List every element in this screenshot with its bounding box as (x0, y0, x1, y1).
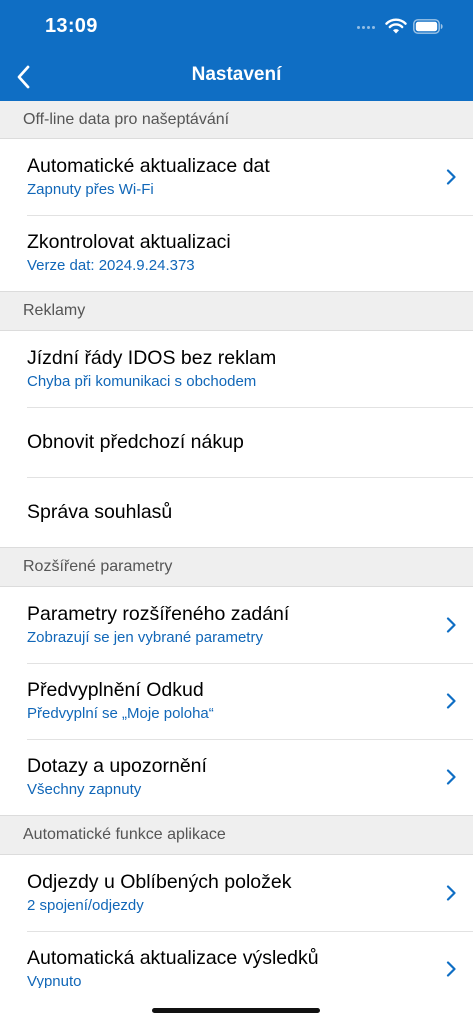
row-title: Předvyplnění Odkud (27, 679, 204, 701)
wifi-icon (385, 18, 407, 34)
row-subtitle: Vypnuto (27, 973, 82, 988)
row-title: Parametry rozšířeného zadání (27, 603, 290, 625)
row-prefill-from[interactable]: Předvyplnění Odkud Předvyplní se „Moje p… (0, 663, 473, 739)
status-time: 13:09 (45, 15, 98, 37)
row-subtitle: Chyba při komunikaci s obchodem (27, 373, 257, 390)
row-subtitle: Předvyplní se „Moje poloha“ (27, 705, 214, 722)
row-favorites-departures[interactable]: Odjezdy u Oblíbených položek 2 spojení/o… (0, 855, 473, 931)
row-auto-refresh-results[interactable]: Automatická aktualizace výsledků Vypnuto (0, 931, 473, 988)
row-queries-and-notifications[interactable]: Dotazy a upozornění Všechny zapnuty (0, 739, 473, 815)
chevron-right-icon (446, 693, 456, 709)
app-header: 13:09 Nastavení (0, 0, 473, 101)
row-subtitle: Verze dat: 2024.9.24.373 (27, 257, 195, 274)
row-subtitle: Zobrazují se jen vybrané parametry (27, 629, 263, 646)
chevron-right-icon (446, 885, 456, 901)
chevron-right-icon (446, 769, 456, 785)
row-no-ads-purchase[interactable]: Jízdní řády IDOS bez reklam Chyba při ko… (0, 331, 473, 407)
section-header-ads: Reklamy (0, 291, 473, 331)
settings-list: Off-line data pro našeptávání Automatick… (0, 101, 473, 988)
row-consent-management[interactable]: Správa souhlasů (0, 477, 473, 547)
row-restore-purchase[interactable]: Obnovit předchozí nákup (0, 407, 473, 477)
row-subtitle: Všechny zapnuty (27, 781, 142, 798)
row-title: Jízdní řády IDOS bez reklam (27, 347, 277, 369)
row-title: Automatická aktualizace výsledků (27, 947, 319, 969)
row-title: Dotazy a upozornění (27, 755, 207, 777)
row-title: Odjezdy u Oblíbených položek (27, 871, 292, 893)
row-title: Zkontrolovat aktualizaci (27, 231, 231, 253)
status-bar: 13:09 (0, 0, 473, 54)
row-subtitle: 2 spojení/odjezdy (27, 897, 144, 914)
page-title: Nastavení (191, 64, 282, 85)
chevron-right-icon (446, 961, 456, 977)
row-advanced-search-parameters[interactable]: Parametry rozšířeného zadání Zobrazují s… (0, 587, 473, 663)
chevron-right-icon (446, 169, 456, 185)
row-title: Obnovit předchozí nákup (27, 431, 244, 453)
home-indicator[interactable] (152, 1008, 320, 1013)
section-header-advanced-parameters: Rozšířené parametry (0, 547, 473, 587)
row-automatic-data-updates[interactable]: Automatické aktualizace dat Zapnuty přes… (0, 139, 473, 215)
battery-icon (413, 19, 443, 34)
row-title: Automatické aktualizace dat (27, 155, 270, 177)
navigation-bar: Nastavení (0, 54, 473, 101)
chevron-right-icon (446, 617, 456, 633)
cellular-signal-icon (357, 26, 375, 29)
section-header-automatic-functions: Automatické funkce aplikace (0, 815, 473, 855)
row-subtitle: Zapnuty přes Wi-Fi (27, 181, 154, 198)
row-title: Správa souhlasů (27, 501, 173, 523)
row-check-update[interactable]: Zkontrolovat aktualizaci Verze dat: 2024… (0, 215, 473, 291)
section-header-offline-data: Off-line data pro našeptávání (0, 101, 473, 139)
